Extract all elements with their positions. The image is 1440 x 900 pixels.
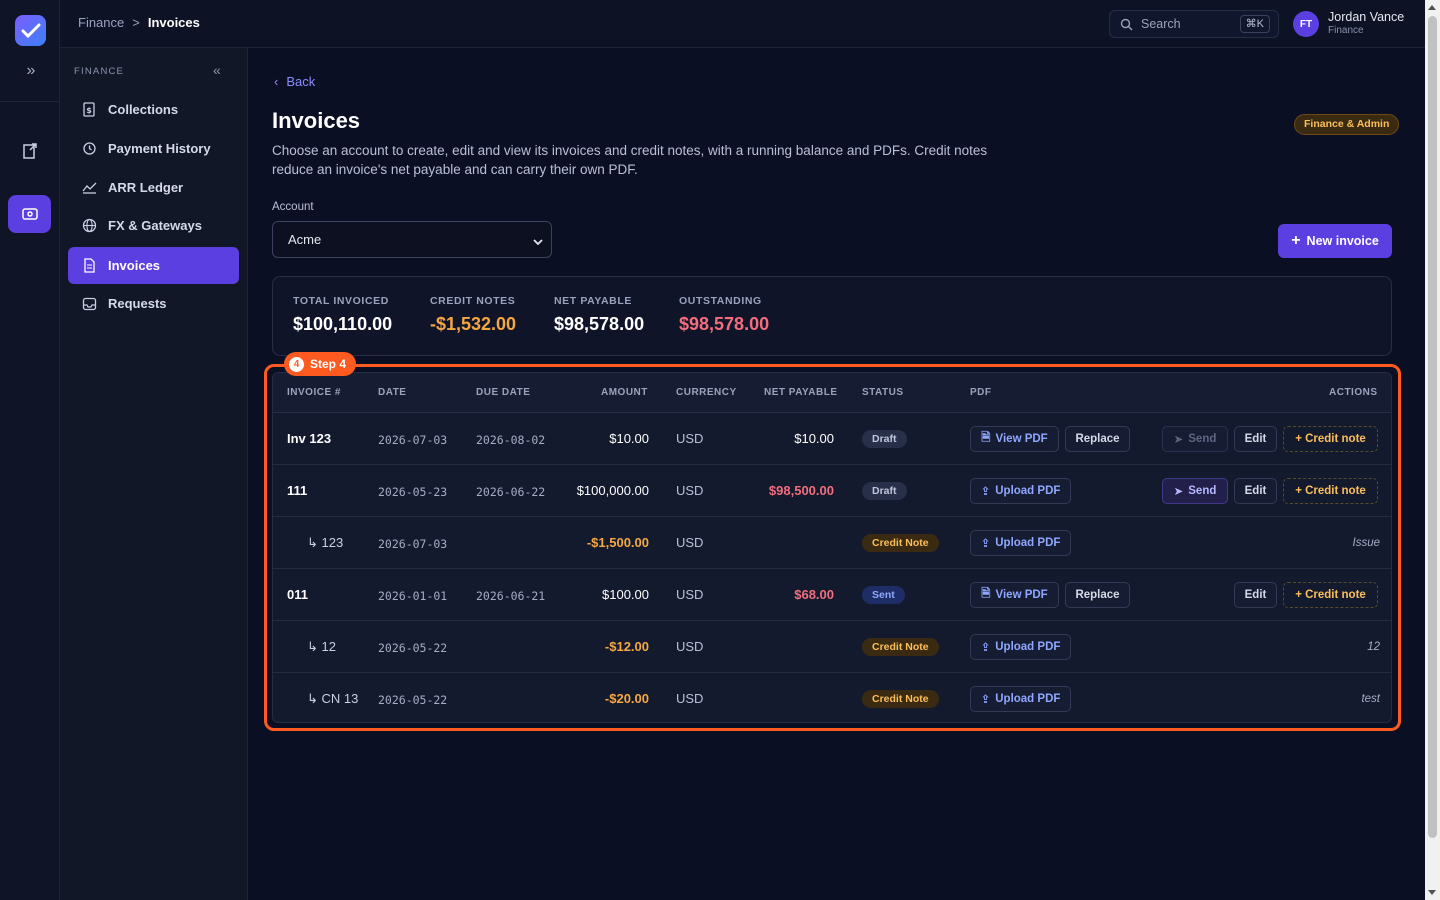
avatar[interactable]: FT — [1293, 11, 1319, 37]
role-badge: Finance & Admin — [1294, 114, 1400, 135]
history-icon — [81, 141, 97, 157]
sidebar-item-payment-history[interactable]: Payment History — [68, 130, 239, 167]
trend-icon — [81, 180, 97, 196]
stat-label: OUTSTANDING — [679, 295, 762, 307]
stat-value: -$1,532.00 — [430, 314, 517, 334]
stat-label: NET PAYABLE — [554, 295, 632, 307]
account-value: Acme — [288, 232, 322, 247]
step-badge: 4 Step 4 — [284, 352, 357, 376]
scroll-down-icon[interactable] — [1428, 890, 1436, 895]
back-label: Back — [286, 74, 316, 89]
back-link[interactable]: ‹ Back — [274, 74, 315, 89]
stat-credit: CREDIT NOTES -$1,532.00 — [430, 295, 516, 335]
sidebar-item-arr-ledger[interactable]: ARR Ledger — [68, 169, 239, 206]
sidebar-item-label: ARR Ledger — [108, 180, 184, 195]
stat-total: TOTAL INVOICED $100,110.00 — [293, 295, 392, 335]
summary-card: TOTAL INVOICED $100,110.00 CREDIT NOTES … — [272, 276, 1392, 356]
sidebar-item-label: Payment History — [108, 141, 211, 156]
stat-label: CREDIT NOTES — [430, 295, 516, 307]
breadcrumb-separator: > — [132, 15, 140, 30]
scroll-up-icon[interactable] — [1428, 5, 1436, 10]
stat-value: $100,110.00 — [293, 314, 393, 334]
stat-net: NET PAYABLE $98,578.00 — [554, 295, 644, 335]
chevron-left-icon: ‹ — [274, 74, 279, 89]
account-label: Account — [272, 201, 314, 213]
user-role: Finance — [1328, 25, 1364, 36]
top-bar: Finance > Invoices Search ⌘K FT Jordan V… — [60, 0, 1425, 48]
sidebar-item-invoices[interactable]: Invoices — [68, 247, 239, 284]
sidebar: FINANCE « $ Collections Payment History … — [60, 48, 248, 900]
sidebar-section-title: FINANCE — [74, 66, 125, 77]
collapse-icon[interactable]: « — [213, 62, 221, 78]
step-highlight-frame — [264, 364, 1401, 731]
app-rail: » — [0, 0, 60, 900]
stat-value: $98,578.00 — [679, 314, 770, 334]
document-icon — [81, 258, 97, 274]
svg-text:$: $ — [86, 106, 92, 115]
globe-icon — [81, 218, 97, 234]
stat-label: TOTAL INVOICED — [293, 295, 389, 307]
search-shortcut: ⌘K — [1239, 15, 1270, 33]
inbox-icon — [81, 296, 97, 312]
export-doc-icon[interactable] — [8, 132, 51, 170]
chevron-down-icon — [533, 234, 543, 249]
vertical-scrollbar[interactable] — [1425, 0, 1440, 900]
expand-icon[interactable]: » — [20, 60, 42, 82]
app-logo[interactable] — [15, 15, 46, 46]
scrollbar-thumb[interactable] — [1428, 16, 1437, 838]
sidebar-item-label: Requests — [108, 296, 167, 311]
breadcrumb-parent[interactable]: Finance — [78, 15, 124, 30]
sidebar-item-label: Collections — [108, 102, 179, 117]
sidebar-item-requests[interactable]: Requests — [68, 285, 239, 322]
breadcrumb: Finance > Invoices — [78, 15, 200, 30]
new-invoice-button[interactable]: + New invoice — [1278, 224, 1392, 258]
page-description: Choose an account to create, edit and vi… — [272, 143, 988, 177]
sidebar-item-label: FX & Gateways — [108, 218, 202, 233]
account-select[interactable]: Acme — [272, 221, 552, 258]
finance-module-icon[interactable] — [8, 195, 51, 233]
search-icon — [1120, 18, 1133, 31]
search-input[interactable]: Search ⌘K — [1109, 10, 1279, 38]
new-invoice-label: New invoice — [1306, 234, 1379, 248]
stat-value: $98,578.00 — [554, 314, 645, 334]
stat-outstanding: OUTSTANDING $98,578.00 — [679, 295, 769, 335]
step-number: 4 — [289, 356, 304, 372]
search-placeholder: Search — [1141, 17, 1181, 31]
sidebar-item-label: Invoices — [108, 258, 161, 273]
plus-icon: + — [1291, 232, 1301, 249]
sidebar-item-collections[interactable]: $ Collections — [68, 91, 239, 128]
user-name[interactable]: Jordan Vance — [1328, 10, 1404, 24]
dollar-doc-icon: $ — [81, 102, 97, 118]
rail-divider — [0, 101, 60, 102]
breadcrumb-current: Invoices — [147, 15, 200, 30]
step-label: Step 4 — [310, 357, 347, 371]
page-title: Invoices — [272, 108, 361, 133]
sidebar-item-fx-gateways[interactable]: FX & Gateways — [68, 207, 239, 244]
